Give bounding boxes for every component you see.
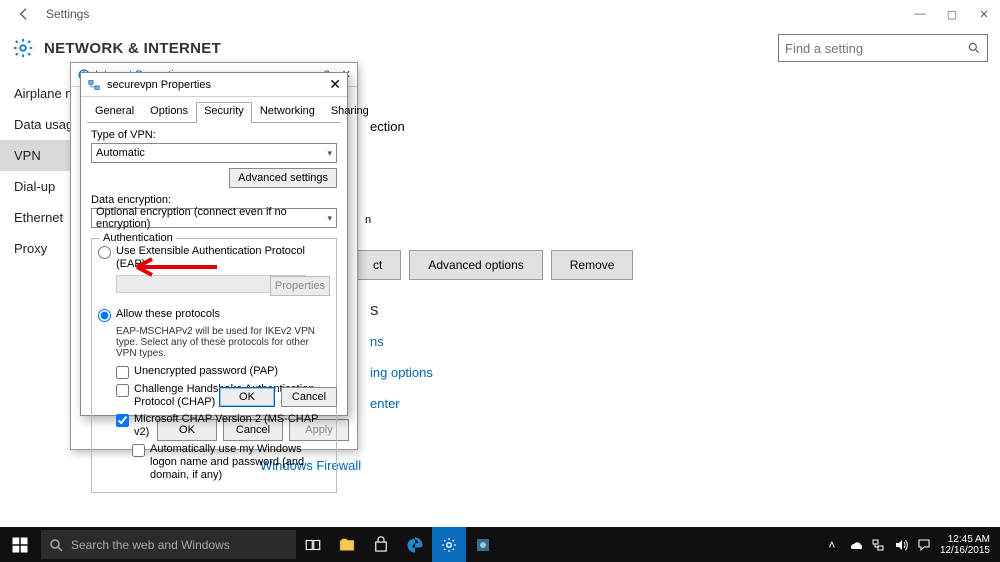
vpn-dialog-title: securevpn Properties xyxy=(107,79,329,91)
search-icon xyxy=(49,538,63,552)
back-button[interactable] xyxy=(10,0,38,28)
network-icon xyxy=(87,78,101,92)
tray-volume-icon[interactable] xyxy=(894,538,908,552)
related-heading-partial: s xyxy=(370,300,970,320)
task-view-button[interactable] xyxy=(296,527,330,562)
settings-taskbar-button[interactable] xyxy=(432,527,466,562)
vpn-properties-dialog: securevpn Properties ✕ General Options S… xyxy=(80,72,348,416)
store-button[interactable] xyxy=(364,527,398,562)
tab-networking[interactable]: Networking xyxy=(252,102,323,123)
time: 12:45 AM xyxy=(940,534,990,545)
connect-button-partial[interactable]: ct xyxy=(354,250,401,280)
link-windows-firewall[interactable]: Windows Firewall xyxy=(260,458,970,473)
tray-action-center-icon[interactable] xyxy=(917,538,931,552)
taskbar: Search the web and Windows ˄ 12:45 AM 12… xyxy=(0,527,1000,562)
edge-button[interactable] xyxy=(398,527,432,562)
close-button[interactable]: ✕ xyxy=(968,3,1000,25)
type-of-vpn-combo[interactable]: Automatic ▾ xyxy=(91,143,337,163)
auto-logon-label: Automatically use my Windows logon name … xyxy=(150,443,330,482)
tab-sharing[interactable]: Sharing xyxy=(323,102,377,123)
maximize-button[interactable]: ▢ xyxy=(936,3,968,25)
tray-network-icon[interactable] xyxy=(871,538,885,552)
tab-general[interactable]: General xyxy=(87,102,142,123)
file-explorer-button[interactable] xyxy=(330,527,364,562)
allow-protocols-radio[interactable] xyxy=(98,309,111,322)
allow-protocols-label: Allow these protocols xyxy=(116,308,220,321)
window-title: Settings xyxy=(46,7,904,21)
link-3[interactable]: enter xyxy=(370,396,970,411)
data-encryption-label: Data encryption: xyxy=(91,194,337,206)
clock[interactable]: 12:45 AM 12/16/2015 xyxy=(940,534,990,556)
tab-strip: General Options Security Networking Shar… xyxy=(87,101,341,123)
gear-icon xyxy=(12,37,34,59)
app-button[interactable] xyxy=(466,527,500,562)
start-button[interactable] xyxy=(0,527,40,562)
mschap-label: Microsoft CHAP Version 2 (MS-CHAP v2) xyxy=(134,413,330,439)
page-title: NETWORK & INTERNET xyxy=(44,40,778,57)
advanced-options-button[interactable]: Advanced options xyxy=(409,250,542,280)
pap-label: Unencrypted password (PAP) xyxy=(134,365,278,378)
eap-label: Use Extensible Authentication Protocol (… xyxy=(116,245,330,271)
remove-button[interactable]: Remove xyxy=(551,250,634,280)
taskbar-search[interactable]: Search the web and Windows xyxy=(41,530,296,559)
titlebar: Settings — ▢ ✕ xyxy=(0,0,1000,28)
system-tray: ˄ 12:45 AM 12/16/2015 xyxy=(825,534,1000,556)
search-icon xyxy=(967,41,981,55)
eap-properties-button: Properties xyxy=(270,276,330,296)
chevron-down-icon: ▾ xyxy=(327,213,332,224)
tray-onedrive-icon[interactable] xyxy=(848,538,862,552)
advanced-settings-button[interactable]: Advanced settings xyxy=(229,168,337,188)
data-encryption-combo[interactable]: Optional encryption (connect even if no … xyxy=(91,208,337,228)
vpn-close-button[interactable]: ✕ xyxy=(329,76,341,93)
link-internet-options[interactable]: Internet options xyxy=(260,427,970,442)
taskbar-search-placeholder: Search the web and Windows xyxy=(71,538,230,552)
allow-protocols-desc: EAP-MSCHAPv2 will be used for IKEv2 VPN … xyxy=(116,326,330,359)
link-2[interactable]: ing options xyxy=(370,365,970,380)
mschap-checkbox[interactable] xyxy=(116,414,129,427)
tab-security[interactable]: Security xyxy=(196,102,252,123)
vpn-ok-button[interactable]: OK xyxy=(219,387,275,407)
tray-chevron-up-icon[interactable]: ˄ xyxy=(825,538,839,552)
minimize-button[interactable]: — xyxy=(904,3,936,25)
tab-options[interactable]: Options xyxy=(142,102,196,123)
authentication-groupbox: Authentication Use Extensible Authentica… xyxy=(91,238,337,493)
search-input[interactable] xyxy=(785,41,967,56)
link-1[interactable]: ns xyxy=(370,334,970,349)
auto-logon-checkbox[interactable] xyxy=(132,444,145,457)
eap-radio[interactable] xyxy=(98,246,111,259)
vpn-cancel-button[interactable]: Cancel xyxy=(281,387,337,407)
chevron-down-icon: ▾ xyxy=(327,148,332,159)
search-box[interactable] xyxy=(778,34,988,62)
chap-checkbox[interactable] xyxy=(116,384,129,397)
date: 12/16/2015 xyxy=(940,545,990,556)
type-of-vpn-label: Type of VPN: xyxy=(91,129,337,141)
status-partial: n xyxy=(365,214,970,226)
authentication-legend: Authentication xyxy=(100,232,176,244)
pap-checkbox[interactable] xyxy=(116,366,129,379)
